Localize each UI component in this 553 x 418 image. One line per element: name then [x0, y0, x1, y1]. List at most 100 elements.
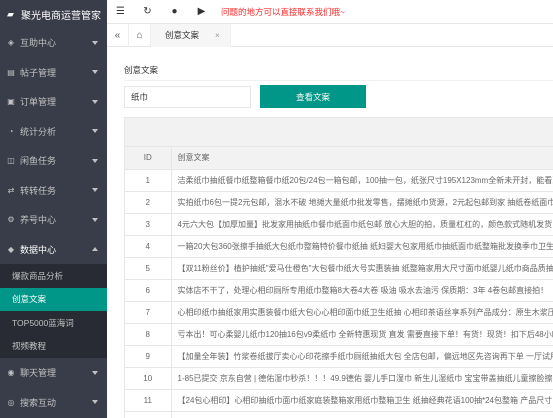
table-row[interactable]: 5 【双11粉丝价】植护抽纸"爱马仕橙色"大包餐巾纸大号实惠装抽 纸整箱家用大尺寸… [125, 257, 553, 280]
table-row[interactable]: 3 4元六大包【加厚加量】批发家用抽纸巾餐巾纸面巾纸包邮 放心大胆的拍，质量杠杠的… [125, 213, 553, 236]
sidebar-item-label: 闲鱼任务 [20, 156, 57, 167]
table-row[interactable]: 7 心相印纸巾抽纸家用实惠装餐巾纸大包心心相印面巾纸卫生纸抽 心相印茶语丝享系列产… [125, 301, 553, 324]
cell-copy-text: 一箱20大包360张擦手抽纸大包纸巾整箱特价餐巾纸抽 纸妇婴大包家用纸巾抽纸面巾… [171, 235, 553, 258]
cell-id: 6 [125, 279, 172, 302]
data-table: ID 创意文案 1 洁柔纸巾抽纸餐巾纸整箱餐巾纸20包/24包一箱包邮，100抽一… [125, 147, 553, 418]
sidebar-item-chart[interactable]: ◔ 统计分析 [0, 117, 107, 147]
close-icon[interactable]: × [215, 31, 220, 40]
cell-copy-text: 【24包心相印】心相印抽纸巾面巾纸家庭装整箱家用纸巾整箱卫生 纸抽经典花语100… [171, 389, 553, 412]
database-icon: ◆ [7, 244, 15, 254]
table-row[interactable]: 9 【加量全年装】竹浆卷纸拔厅卖心心印花擦手纸巾厕纸抽纸大包 全店包邮，偏远地区先… [125, 345, 553, 368]
submenu-data-center: 爆款商品分析 创意文案 TOP5000蓝海词 视频教程 [0, 264, 107, 358]
double-chevron-left-icon: « [114, 29, 121, 41]
search-input[interactable] [124, 86, 251, 108]
chevron-down-icon [92, 217, 98, 222]
search-icon: ◎ [7, 397, 15, 407]
chat-bubble-icon: ● [171, 6, 178, 17]
top-header: ☰ ↻ ● ▶ 问题的地方可以直接联系我们哦~ [107, 0, 553, 24]
sidebar-item-label: 养号中心 [20, 215, 57, 226]
refresh-icon: ↻ [143, 6, 152, 17]
table-row[interactable]: 6 实体店不干了，处理心相印厕所专用纸巾整箱8大卷4大卷 吸油 吸水去油污 保质期… [125, 279, 553, 302]
sidebar-item-label: 帖子管理 [20, 67, 57, 78]
column-header-id[interactable]: ID [125, 147, 172, 170]
cell-copy-text: 洁柔纸巾抽纸餐巾纸整箱餐巾纸20包/24包一箱包邮，100抽一包，纸张尺寸195… [171, 169, 553, 192]
chevron-down-icon [92, 129, 98, 134]
cell-id: 12 [125, 411, 172, 418]
exchange-icon: ⇄ [7, 185, 15, 195]
tabs-scroll-left-button[interactable]: « [107, 23, 129, 47]
home-tab-button[interactable]: ⌂ [129, 23, 151, 47]
app-title: 聚光电商运营管家 [21, 10, 101, 22]
cell-copy-text: 实拍纸巾6包一提2元包邮，混水不破 地摊大量纸巾批发零售，摆摊纸巾货源，2元起包… [171, 191, 553, 214]
order-icon: ▣ [7, 97, 15, 107]
logo-icon: ▰ [7, 8, 14, 19]
table-row[interactable]: 10 1-85已提交 京东自营 | 德佑湿巾秒杀！！！49.9德佑 婴儿手口湿巾 … [125, 367, 553, 390]
sidebar-item-clipboard[interactable]: ▤ 帖子管理 [0, 58, 107, 88]
chat-icon: ◉ [7, 368, 15, 378]
main-content: 创意文案 查看文案 ID 创意文案 1洁柔纸巾抽纸餐巾纸整箱餐巾纸20包/24包… [107, 47, 553, 418]
cell-copy-text: 4层超韧维达无芯卷纸 5斤30卷全新包邮 卫生纸4层实惠装 卫生厕所纸卷筒纸【维… [171, 411, 553, 418]
page-title: 创意文案 [124, 65, 159, 75]
sidebar-item-label: 聊天管理 [20, 368, 57, 379]
play-button[interactable]: ▶ [188, 0, 215, 24]
fish-icon: ◫ [7, 156, 15, 166]
table-row[interactable]: 124层超韧维达无芯卷纸 5斤30卷全新包邮 卫生纸4层实惠装 卫生厕所纸卷筒纸… [125, 411, 553, 418]
chevron-down-icon [92, 188, 98, 193]
cell-copy-text: 亏本出！可心柔婴儿纸巾120抽16包v9柔纸巾 全新特惠现货 直发 需要直接下单… [171, 323, 553, 346]
submenu-item[interactable]: 视频教程 [0, 335, 107, 359]
chevron-down-icon [92, 70, 98, 75]
tab-creative-copy[interactable]: 创意文案 × [151, 23, 231, 47]
sidebar-item-search[interactable]: ◎ 搜索互动 [0, 388, 107, 418]
header-notice: 问题的地方可以直接联系我们哦~ [221, 6, 345, 17]
chevron-down-icon [92, 99, 98, 104]
cell-copy-text: 1-85已提交 京东自营 | 德佑湿巾秒杀！！！49.9德佑 婴儿手口湿巾 新生… [171, 367, 553, 390]
submenu-item[interactable]: TOP5000蓝海词 [0, 311, 107, 335]
menu-toggle-button[interactable]: ☰ [107, 0, 134, 24]
chart-icon: ◔ [8, 126, 14, 136]
submenu-item[interactable]: 爆款商品分析 [0, 264, 107, 288]
view-copy-button[interactable]: 查看文案 [260, 85, 366, 108]
cell-id: 3 [125, 213, 172, 236]
chevron-up-icon [92, 247, 98, 252]
refresh-button[interactable]: ↻ [134, 0, 161, 24]
home-icon: ⌂ [136, 29, 143, 41]
table-row[interactable]: 8 亏本出！可心柔婴儿纸巾120抽16包v9柔纸巾 全新特惠现货 直发 需要直接下… [125, 323, 553, 346]
message-button[interactable]: ● [161, 0, 188, 24]
cell-copy-text: 实体店不干了，处理心相印厕所专用纸巾整箱8大卷4大卷 吸油 吸水去油污 保质期：… [171, 279, 553, 302]
play-icon: ▶ [197, 6, 206, 17]
sidebar-item-label: 统计分析 [20, 126, 57, 137]
sidebar-item-shield[interactable]: ◈ 互助中心 [0, 28, 107, 58]
cell-id: 5 [125, 257, 172, 280]
table-row[interactable]: 2 实拍纸巾6包一提2元包邮，混水不破 地摊大量纸巾批发零售，摆摊纸巾货源，2元起… [125, 191, 553, 214]
app-logo[interactable]: ▰ 聚光电商运营管家 [0, 0, 107, 28]
cell-id: 1 [125, 169, 172, 192]
table-toolbar [125, 118, 553, 147]
sidebar-item-exchange[interactable]: ⇄ 转转任务 [0, 176, 107, 206]
cell-id: 4 [125, 235, 172, 258]
cell-id: 11 [125, 389, 172, 412]
chevron-down-icon [92, 158, 98, 163]
sidebar-item-settings[interactable]: ⚙ 养号中心 [0, 205, 107, 235]
cell-copy-text: 心相印纸巾抽纸家用实惠装餐巾纸大包心心相印面巾纸卫生纸抽 心相印茶语丝享系列产品… [171, 301, 553, 324]
chevron-down-icon [92, 400, 98, 405]
table-row[interactable]: 1 洁柔纸巾抽纸餐巾纸整箱餐巾纸20包/24包一箱包邮，100抽一包，纸张尺寸19… [125, 169, 553, 192]
menu-icon: ☰ [116, 6, 125, 17]
tab-bar: « ⌂ 创意文案 × [107, 23, 553, 47]
sidebar-item-fish[interactable]: ◫ 闲鱼任务 [0, 146, 107, 176]
sidebar-item-order[interactable]: ▣ 订单管理 [0, 87, 107, 117]
table-row[interactable]: 11 【24包心相印】心相印抽纸巾面巾纸家庭装整箱家用纸巾整箱卫生 纸抽经典花语1… [125, 389, 553, 412]
table-row[interactable]: 4 一箱20大包360张擦手抽纸大包纸巾整箱特价餐巾纸抽 纸妇婴大包家用纸巾抽纸面… [125, 235, 553, 258]
cell-copy-text: 【双11粉丝价】植护抽纸"爱马仕橙色"大包餐巾纸大号实惠装抽 纸整箱家用大尺寸面… [171, 257, 553, 280]
sidebar-item-label: 互助中心 [20, 38, 57, 49]
sidebar-item-chat[interactable]: ◉ 聊天管理 [0, 358, 107, 388]
sidebar-item-label: 订单管理 [20, 97, 57, 108]
sidebar-item-database[interactable]: ◆ 数据中心 [0, 235, 107, 265]
submenu-item[interactable]: 创意文案 [0, 287, 107, 311]
chevron-down-icon [92, 370, 98, 375]
sidebar: ▰ 聚光电商运营管家 ◈ 互助中心 ▤ 帖子管理 ▣ 订单管理 ◔ 统计分析 ◫ 闲鱼任务 ⇄ 转转任… [0, 0, 107, 418]
cell-id: 2 [125, 191, 172, 214]
cell-id: 7 [125, 301, 172, 324]
column-header-copy[interactable]: 创意文案 [171, 147, 553, 170]
shield-icon: ◈ [7, 38, 15, 48]
cell-id: 9 [125, 345, 172, 368]
